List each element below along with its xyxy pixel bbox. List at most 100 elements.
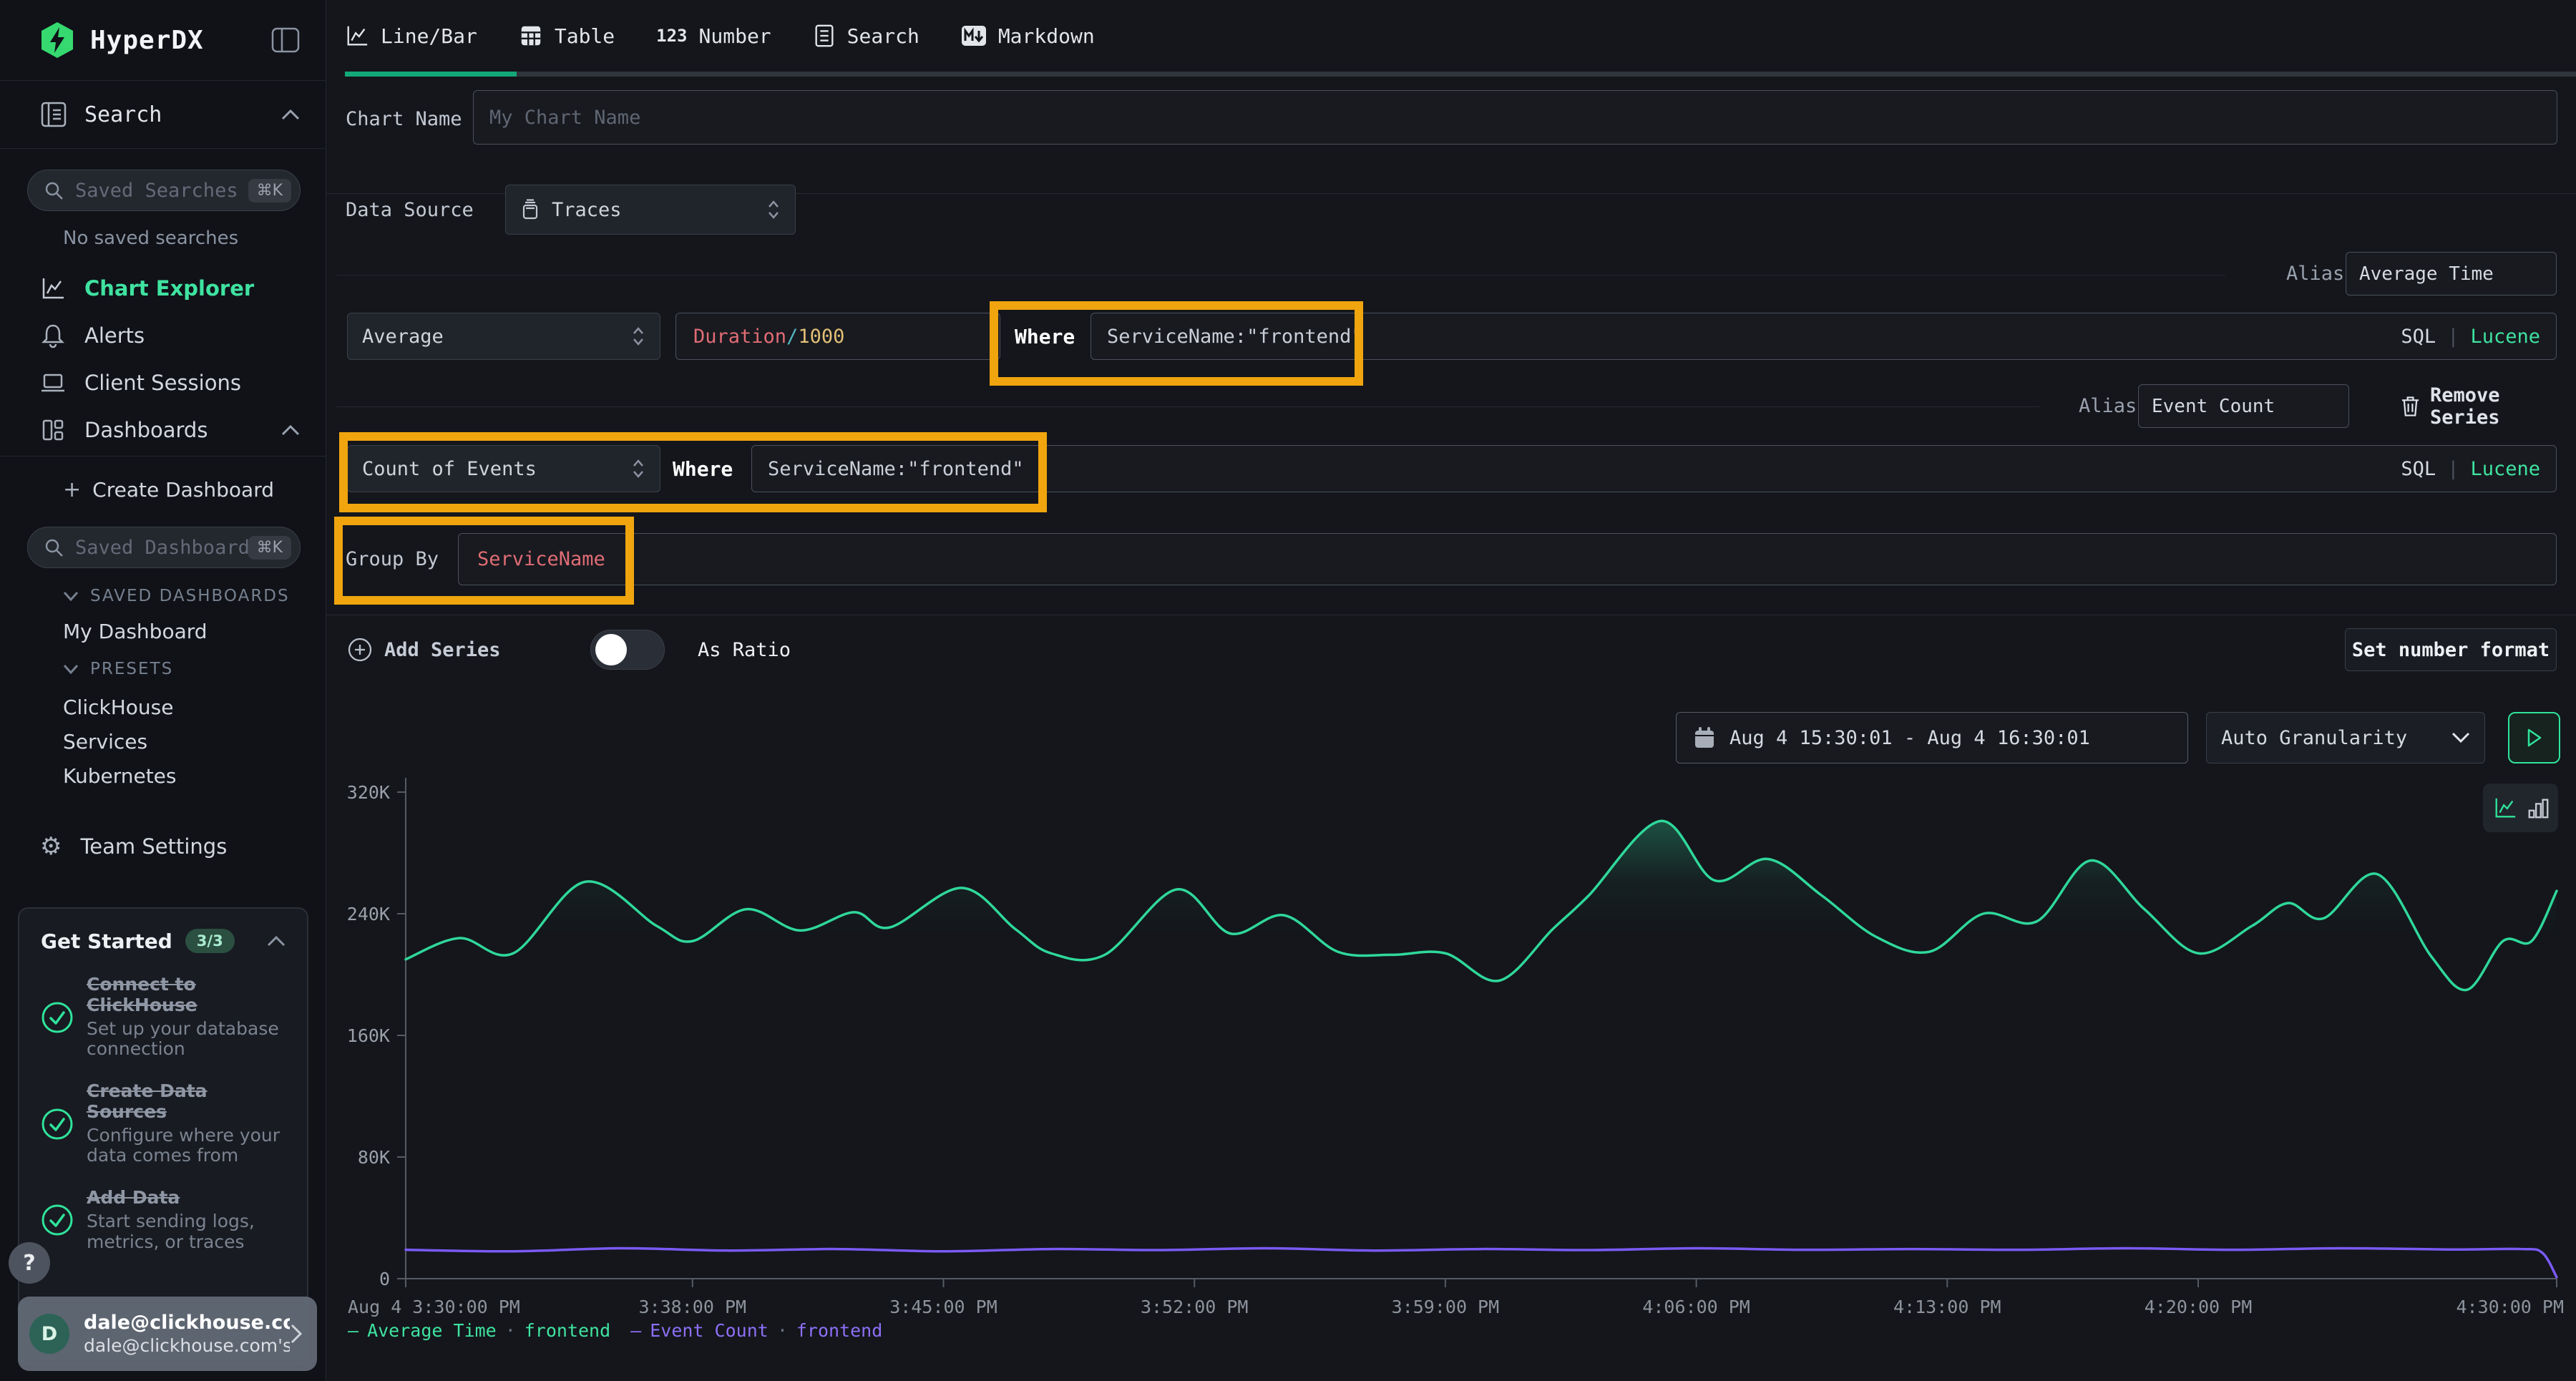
user-subtitle: dale@clickhouse.com's (84, 1335, 290, 1356)
tab-number[interactable]: 123 Number (656, 24, 771, 48)
get-started-item-connect[interactable]: Connect to ClickHouse Set up your databa… (41, 975, 286, 1060)
saved-searches-input[interactable]: Saved Searches ⌘K (27, 170, 301, 211)
select-chevrons-icon (631, 325, 645, 348)
svg-text:4:13:00 PM: 4:13:00 PM (1893, 1297, 2001, 1317)
sidebar-item-kubernetes[interactable]: Kubernetes (63, 764, 177, 788)
where-input-1[interactable]: ServiceName:"frontend" SQL | Lucene (1091, 313, 2557, 360)
line-chart-icon (345, 24, 369, 48)
svg-text:4:06:00 PM: 4:06:00 PM (1642, 1297, 1750, 1317)
svg-text:4:30:00 PM: 4:30:00 PM (2456, 1297, 2564, 1317)
chevron-up-icon[interactable] (267, 935, 286, 947)
as-ratio-toggle[interactable] (590, 630, 665, 670)
svg-text:4:20:00 PM: 4:20:00 PM (2145, 1297, 2253, 1317)
search-section-header[interactable]: Search (0, 81, 326, 149)
tab-line-bar[interactable]: Line/Bar (345, 24, 477, 48)
set-number-format-button[interactable]: Set number format (2345, 628, 2557, 671)
timeseries-chart[interactable]: 080K160K240K320KAug 4 3:30:00 PM3:38:00 … (326, 758, 2576, 1381)
granularity-select[interactable]: Auto Granularity (2206, 712, 2485, 763)
search-icon (44, 180, 64, 200)
chart-name-label: Chart Name (346, 94, 462, 144)
user-email: dale@clickhouse.com (84, 1312, 290, 1334)
tab-markdown[interactable]: Markdown (961, 24, 1095, 48)
select-chevrons-icon (766, 198, 781, 221)
check-circle-icon (41, 1108, 74, 1141)
sidebar-item-dashboards[interactable]: Dashboards (0, 408, 326, 452)
help-button[interactable]: ? (9, 1242, 50, 1284)
laptop-icon (40, 370, 66, 396)
add-series-button[interactable]: Add Series (347, 628, 501, 671)
create-dashboard-button[interactable]: + Create Dashboard (63, 471, 274, 508)
document-icon (813, 24, 836, 48)
line-chart-icon (40, 275, 66, 301)
where-input-2[interactable]: ServiceName:"frontend" SQL | Lucene (751, 445, 2557, 492)
saved-dashboards-input[interactable]: Saved Dashboards ⌘K (27, 527, 301, 568)
svg-text:0: 0 (379, 1269, 390, 1289)
aggregation-select-2[interactable]: Count of Events (347, 445, 660, 492)
chart-name-input[interactable] (473, 90, 2557, 145)
alias-input-2[interactable] (2138, 384, 2349, 428)
time-range-input[interactable]: Aug 4 15:30:01 - Aug 4 16:30:01 (1676, 712, 2188, 763)
get-started-item-data-sources[interactable]: Create Data Sources Configure where your… (41, 1081, 286, 1166)
chart-type-toggle (2483, 784, 2558, 832)
dashboards-grid-icon (40, 417, 66, 443)
run-query-button[interactable] (2508, 712, 2560, 763)
sql-mode-link[interactable]: SQL (2401, 326, 2436, 348)
legend-item[interactable]: —Average Time·frontend (348, 1320, 610, 1341)
data-source-label: Data Source (346, 185, 474, 235)
trash-icon (2401, 395, 2420, 418)
chart-name-input-field[interactable] (474, 91, 2557, 144)
tab-table[interactable]: Table (519, 24, 615, 48)
sidebar-item-services[interactable]: Services (63, 730, 147, 753)
logo-row: HyperDX (0, 0, 326, 81)
get-started-item-add-data[interactable]: Add Data Start sending logs, metrics, or… (41, 1188, 286, 1252)
sidebar-item-client-sessions[interactable]: Client Sessions (0, 361, 326, 405)
check-circle-icon (41, 1001, 74, 1034)
legend-item[interactable]: —Event Count·frontend (630, 1320, 882, 1341)
chevron-up-icon (281, 424, 300, 436)
expression-input-1[interactable]: Duration/1000 (675, 313, 1000, 360)
user-menu[interactable]: D dale@clickhouse.com dale@clickhouse.co… (18, 1297, 317, 1371)
remove-series-button[interactable]: Remove Series (2401, 384, 2576, 428)
lucene-mode-link[interactable]: Lucene (2470, 458, 2540, 480)
no-saved-searches-text: No saved searches (63, 228, 238, 249)
alias-input-2-field[interactable] (2139, 385, 2348, 427)
sidebar-item-my-dashboard[interactable]: My Dashboard (63, 620, 208, 643)
search-icon (44, 537, 64, 557)
bar-chart-toggle-icon[interactable] (2527, 796, 2549, 820)
chevron-down-icon (63, 591, 79, 601)
gear-icon: ⚙ (40, 834, 62, 859)
sql-mode-link[interactable]: SQL (2401, 458, 2436, 480)
svg-text:160K: 160K (347, 1025, 390, 1046)
alias-input-1[interactable] (2346, 252, 2557, 296)
alias-input-1-field[interactable] (2346, 253, 2556, 295)
aggregation-select-1[interactable]: Average (347, 313, 660, 360)
tab-search[interactable]: Search (813, 24, 919, 48)
sidebar-item-chart-explorer[interactable]: Chart Explorer (0, 266, 326, 311)
sidebar-item-team-settings[interactable]: ⚙ Team Settings (0, 824, 326, 869)
data-source-select[interactable]: Traces (505, 185, 796, 235)
hyperdx-logo-icon (40, 21, 74, 59)
line-chart-toggle-icon[interactable] (2493, 796, 2517, 820)
shortcut-badge: ⌘K (248, 536, 291, 560)
presets-section-header[interactable]: PRESETS (63, 660, 173, 678)
chart-legend[interactable]: —Average Time·frontend —Event Count·front… (348, 1320, 882, 1341)
tab-track (345, 72, 2576, 77)
sidebar-item-clickhouse[interactable]: ClickHouse (63, 696, 173, 719)
expression-tokens: Duration/1000 (693, 326, 844, 348)
svg-text:240K: 240K (347, 904, 390, 924)
hyperdx-chart-explorer-page: HyperDX Search (0, 0, 2576, 1381)
svg-text:3:45:00 PM: 3:45:00 PM (889, 1297, 997, 1317)
sidebar-item-alerts[interactable]: Alerts (0, 313, 326, 358)
as-ratio-label: As Ratio (698, 628, 791, 671)
where-label-1: Where (1015, 313, 1075, 360)
play-icon (2527, 728, 2542, 747)
lucene-mode-link[interactable]: Lucene (2470, 326, 2540, 348)
collapse-sidebar-icon[interactable] (271, 27, 300, 53)
saved-dashboards-section-header[interactable]: SAVED DASHBOARDS (63, 587, 290, 605)
view-tabs: Line/Bar Table 123 Number (326, 0, 2576, 77)
app-title: HyperDX (90, 26, 204, 55)
svg-text:3:59:00 PM: 3:59:00 PM (1392, 1297, 1500, 1317)
group-by-input[interactable]: ServiceName (458, 533, 2557, 585)
plus-icon: + (63, 477, 81, 502)
check-circle-icon (41, 1204, 74, 1236)
